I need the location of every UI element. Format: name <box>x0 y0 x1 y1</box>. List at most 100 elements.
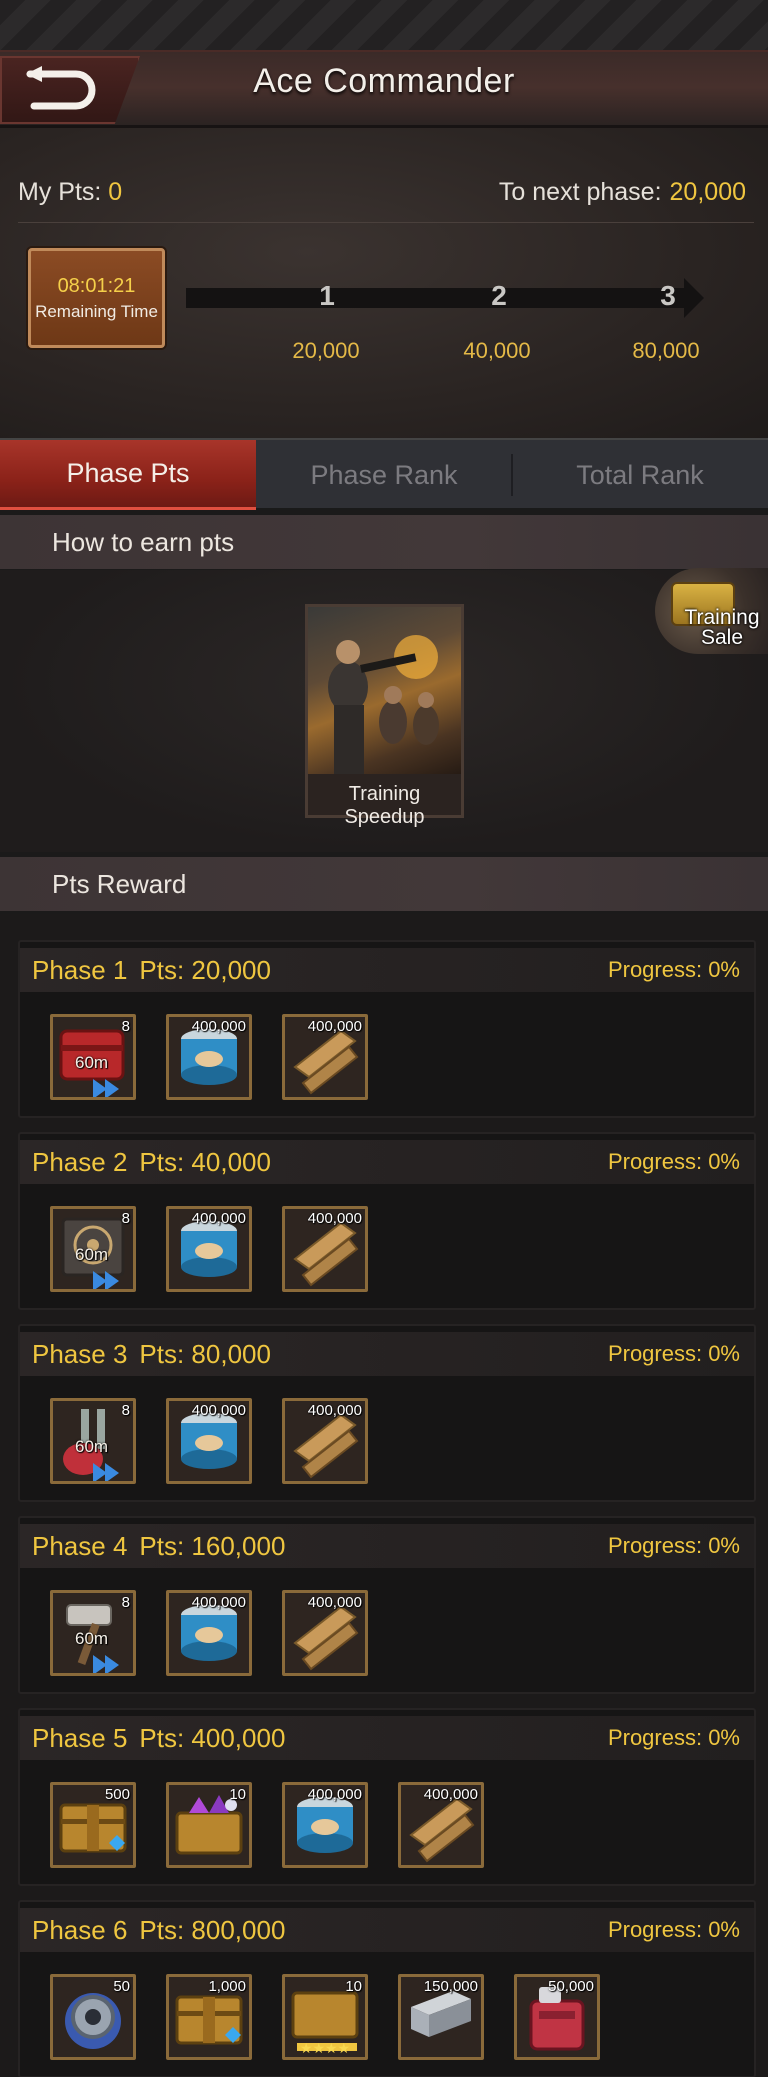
phase-label: Phase 1 <box>32 955 128 985</box>
reward-item[interactable]: 150,000 <box>398 1974 484 2060</box>
how-to-earn-heading: How to earn pts <box>0 515 768 569</box>
phase-card: Phase 3 Pts: 80,000 Progress: 0% 60m 8 400,00… <box>18 1324 756 1502</box>
reward-item[interactable]: 400,000 <box>282 1398 368 1484</box>
phase-label: Phase 5 <box>32 1723 128 1753</box>
item-count: 150,000 <box>423 1978 478 1995</box>
item-count: 500 <box>104 1786 130 1803</box>
item-count: 400,000 <box>191 1210 246 1227</box>
item-count: 400,000 <box>423 1786 478 1803</box>
milestone-value-1: 20,000 <box>292 338 360 363</box>
phase-progress: Progress: 0% <box>607 1149 740 1174</box>
item-count: 50 <box>113 1978 130 1995</box>
reward-item[interactable]: 400,000 <box>166 1206 252 1292</box>
phase-header: Phase 1 Pts: 20,000 Progress: 0% <box>20 948 754 992</box>
timer-label: Remaining Time <box>35 302 158 321</box>
reward-item[interactable]: 60m 8 <box>50 1206 136 1292</box>
phase-header: Phase 4 Pts: 160,000 Progress: 0% <box>20 1524 754 1568</box>
reward-item[interactable]: 400,000 <box>282 1206 368 1292</box>
phase-header: Phase 3 Pts: 80,000 Progress: 0% <box>20 1332 754 1376</box>
tab-phase-pts[interactable]: Phase Pts <box>0 440 256 510</box>
item-duration: 60m <box>75 1437 109 1456</box>
phase-title: Phase 6 Pts: 800,000 <box>32 1908 297 1952</box>
phase-progress-track <box>186 288 686 308</box>
reward-item[interactable]: ★★★★ 10 <box>282 1974 368 2060</box>
timer-box: 08:01:21 Remaining Time <box>28 248 165 348</box>
phase-card: Phase 1 Pts: 20,000 Progress: 0% 60m 8 400,00… <box>18 940 756 1118</box>
milestone-node-1: 1 <box>319 280 335 311</box>
phase-label: Phase 2 <box>32 1147 128 1177</box>
phase-pts: Pts: 160,000 <box>139 1531 286 1561</box>
phase-title: Phase 3 Pts: 80,000 <box>32 1332 283 1376</box>
next-phase-label: To next phase: <box>498 178 662 206</box>
page-title: Ace Commander <box>253 62 515 100</box>
item-duration: 60m <box>75 1053 109 1072</box>
item-count: 8 <box>121 1210 130 1227</box>
phase-card: Phase 4 Pts: 160,000 Progress: 0% 60m 8 400,0… <box>18 1516 756 1694</box>
training-speedup-card[interactable]: Training Speedup <box>305 604 464 828</box>
item-count: 50,000 <box>548 1978 594 1995</box>
reward-item[interactable]: 10 <box>166 1782 252 1868</box>
item-count: 400,000 <box>307 1786 362 1803</box>
phase-header: Phase 6 Pts: 800,000 Progress: 0% <box>20 1908 754 1952</box>
item-count: 400,000 <box>307 1210 362 1227</box>
item-count: 400,000 <box>191 1018 246 1035</box>
reward-item[interactable]: 400,000 <box>166 1590 252 1676</box>
phase-pts: Pts: 40,000 <box>139 1147 271 1177</box>
phase-pts: Pts: 20,000 <box>139 955 271 985</box>
phase-title: Phase 2 Pts: 40,000 <box>32 1140 283 1184</box>
item-count: 400,000 <box>191 1402 246 1419</box>
reward-item[interactable]: 1,000 <box>166 1974 252 2060</box>
training-speedup-image <box>308 607 461 774</box>
reward-item[interactable]: 60m 8 <box>50 1590 136 1676</box>
phase-progress: Progress: 0% <box>607 957 740 982</box>
training-speedup-label: Training Speedup <box>344 783 425 828</box>
item-count: 400,000 <box>191 1594 246 1611</box>
top-decorative-strip <box>0 0 768 52</box>
phase-header: Phase 5 Pts: 400,000 Progress: 0% <box>20 1716 754 1760</box>
item-count: 400,000 <box>307 1594 362 1611</box>
phase-label: Phase 3 <box>32 1339 128 1369</box>
phase-pts: Pts: 800,000 <box>139 1915 286 1945</box>
reward-item[interactable]: 400,000 <box>282 1014 368 1100</box>
item-count: 10 <box>345 1978 362 1995</box>
phase-progress: Progress: 0% <box>607 1725 740 1750</box>
item-count: 8 <box>121 1594 130 1611</box>
reward-item[interactable]: 500 <box>50 1782 136 1868</box>
tab-phase-rank[interactable]: Phase Rank <box>256 440 512 510</box>
reward-item[interactable]: 50 <box>50 1974 136 2060</box>
item-duration: 60m <box>75 1629 109 1648</box>
milestone-value-3: 80,000 <box>632 338 700 363</box>
my-pts-value: 0 <box>108 178 123 206</box>
progress-arrow-icon <box>684 278 704 318</box>
phase-progress: Progress: 0% <box>607 1917 740 1942</box>
phase-title: Phase 4 Pts: 160,000 <box>32 1524 297 1568</box>
reward-item[interactable]: 400,000 <box>166 1398 252 1484</box>
tab-total-rank[interactable]: Total Rank <box>512 440 768 510</box>
divider <box>18 222 754 223</box>
training-sale-button[interactable]: Training Sale <box>655 568 768 654</box>
reward-item[interactable]: 60m 8 <box>50 1398 136 1484</box>
item-count: 10 <box>229 1786 246 1803</box>
reward-item[interactable]: 400,000 <box>166 1014 252 1100</box>
item-duration: 60m <box>75 1245 109 1264</box>
phase-header: Phase 2 Pts: 40,000 Progress: 0% <box>20 1140 754 1184</box>
phase-title: Phase 5 Pts: 400,000 <box>32 1716 297 1760</box>
tab-bar: Phase Pts Phase Rank Total Rank <box>0 438 768 510</box>
item-count: 400,000 <box>307 1018 362 1035</box>
pts-reward-heading: Pts Reward <box>0 857 768 911</box>
reward-item[interactable]: 400,000 <box>282 1590 368 1676</box>
phase-pts: Pts: 80,000 <box>139 1339 271 1369</box>
reward-item[interactable]: 400,000 <box>398 1782 484 1868</box>
milestone-value-2: 40,000 <box>463 338 531 363</box>
reward-item[interactable]: 50,000 <box>514 1974 600 2060</box>
item-count: 8 <box>121 1018 130 1035</box>
phase-card: Phase 5 Pts: 400,000 Progress: 0% 500 10 400,… <box>18 1708 756 1886</box>
reward-item[interactable]: 60m 8 <box>50 1014 136 1100</box>
phase-progress: Progress: 0% <box>607 1533 740 1558</box>
next-phase: To next phase: 20,000 <box>499 178 746 207</box>
reward-item[interactable]: 400,000 <box>282 1782 368 1868</box>
item-count: 8 <box>121 1402 130 1419</box>
training-sale-label: Training Sale <box>675 607 768 648</box>
svg-text:★★★★: ★★★★ <box>300 2040 350 2056</box>
my-pts-label: My Pts: <box>18 178 102 206</box>
